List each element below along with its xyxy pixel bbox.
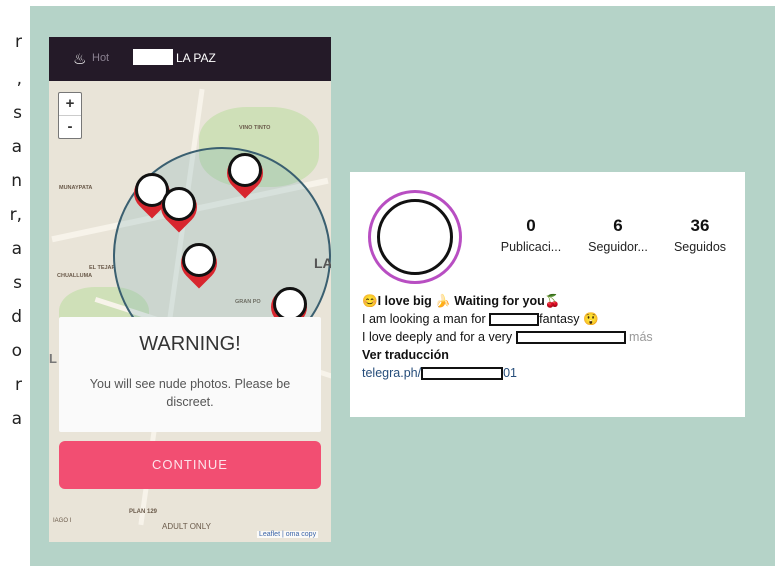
zoom-out-button[interactable]: -: [59, 115, 81, 138]
clipped-line: n: [11, 171, 22, 191]
map-zoom-control: + -: [58, 92, 82, 139]
adult-only-label: ADULT ONLY: [162, 522, 211, 531]
social-profile-card: 0 Publicaci... 6 Seguidor... 36 Seguidos…: [350, 172, 745, 417]
profile-thumbnail[interactable]: [182, 243, 216, 277]
clipped-line: a: [11, 137, 22, 157]
clipped-body-text: r , s a n r, a s d o r a: [0, 0, 28, 566]
clipped-line: r,: [9, 205, 22, 225]
bio-text-more[interactable]: más: [626, 330, 653, 344]
stat-followers[interactable]: 6 Seguidor...: [575, 216, 661, 254]
bio-text: Waiting for you: [450, 294, 545, 308]
avatar[interactable]: [377, 199, 453, 275]
map-label-chualluma: CHUALLUMA: [57, 273, 93, 279]
see-translation-link[interactable]: Ver traducción: [362, 346, 732, 364]
clipped-line: ,: [16, 69, 22, 89]
avatar-story-ring[interactable]: [368, 190, 462, 284]
link-text: 01: [503, 366, 517, 380]
map-label-hijo: IAGO I: [53, 518, 72, 524]
bio-text: I am looking a man for: [362, 312, 490, 326]
map-label-el-tejar: EL TEJAR: [89, 265, 116, 271]
clipped-line: s: [13, 273, 22, 293]
map-label-munaypata: MUNAYPATA: [59, 185, 93, 191]
redaction-box: [489, 313, 540, 327]
map-label-vino-tinto: VINO TINTO: [239, 125, 271, 131]
city-name: LA PAZ: [176, 51, 216, 65]
bio-text: I love deeply and for a very: [362, 330, 516, 344]
warning-title: WARNING!: [139, 333, 241, 355]
tab-hot[interactable]: Hot: [92, 52, 109, 64]
profile-thumbnail[interactable]: [162, 187, 196, 221]
stat-label: Seguidor...: [588, 240, 648, 254]
bio-line: I love deeply and for a very más: [362, 328, 732, 346]
dating-app-screen: VINO TINTO MUNAYPATA EL TEJAR CHUALLUMA …: [49, 37, 331, 542]
app-header: ♨ Hot LA PAZ: [49, 37, 331, 81]
clipped-line: r: [15, 32, 22, 52]
map-attribution-link[interactable]: Leaflet | oma copy: [257, 531, 319, 538]
profile-thumbnail[interactable]: [228, 153, 262, 187]
smile-emoji-icon: 😊: [362, 294, 378, 308]
bio-line: 😊I love big 🍌 Waiting for you🍒: [362, 292, 732, 310]
link-text: telegra.ph/: [362, 366, 422, 380]
map-label-plan: PLAN 129: [129, 509, 158, 515]
clipped-line: o: [11, 341, 22, 361]
profile-bio: 😊I love big 🍌 Waiting for you🍒 I am look…: [362, 292, 732, 382]
bio-line: I am looking a man for fantasy 😲: [362, 310, 732, 328]
clipped-line: r: [15, 375, 22, 395]
flame-icon[interactable]: ♨: [73, 50, 86, 68]
stat-value: 0: [526, 216, 536, 235]
warning-dialog: WARNING! You will see nude photos. Pleas…: [59, 317, 321, 432]
clipped-line: a: [11, 239, 22, 259]
clipped-line: a: [11, 409, 22, 429]
stat-label: Publicaci...: [500, 240, 562, 254]
continue-button[interactable]: CONTINUE: [59, 441, 321, 489]
redaction-box: [515, 331, 626, 345]
banana-emoji-icon: 🍌: [435, 294, 451, 308]
stat-following[interactable]: 36 Seguidos: [663, 216, 737, 254]
clipped-line: d: [11, 307, 22, 327]
bio-link[interactable]: telegra.ph/01: [362, 364, 732, 382]
redaction-box: [133, 49, 173, 65]
clipped-line: s: [13, 103, 22, 123]
warning-message: You will see nude photos. Please be disc…: [89, 377, 291, 409]
cherries-emoji-icon: 🍒: [544, 294, 561, 308]
stat-value: 6: [613, 216, 623, 235]
bio-text: I love big: [377, 294, 436, 308]
profile-thumbnail[interactable]: [273, 287, 307, 321]
stat-label: Seguidos: [673, 240, 727, 254]
bio-text: fantasy: [539, 312, 583, 326]
stat-posts[interactable]: 0 Publicaci...: [488, 216, 574, 254]
map-label-la: LA: [314, 255, 331, 271]
astonished-emoji-icon: 😲: [582, 312, 599, 326]
stat-value: 36: [690, 216, 710, 235]
zoom-in-button[interactable]: +: [59, 93, 81, 115]
redaction-box: [421, 367, 504, 381]
